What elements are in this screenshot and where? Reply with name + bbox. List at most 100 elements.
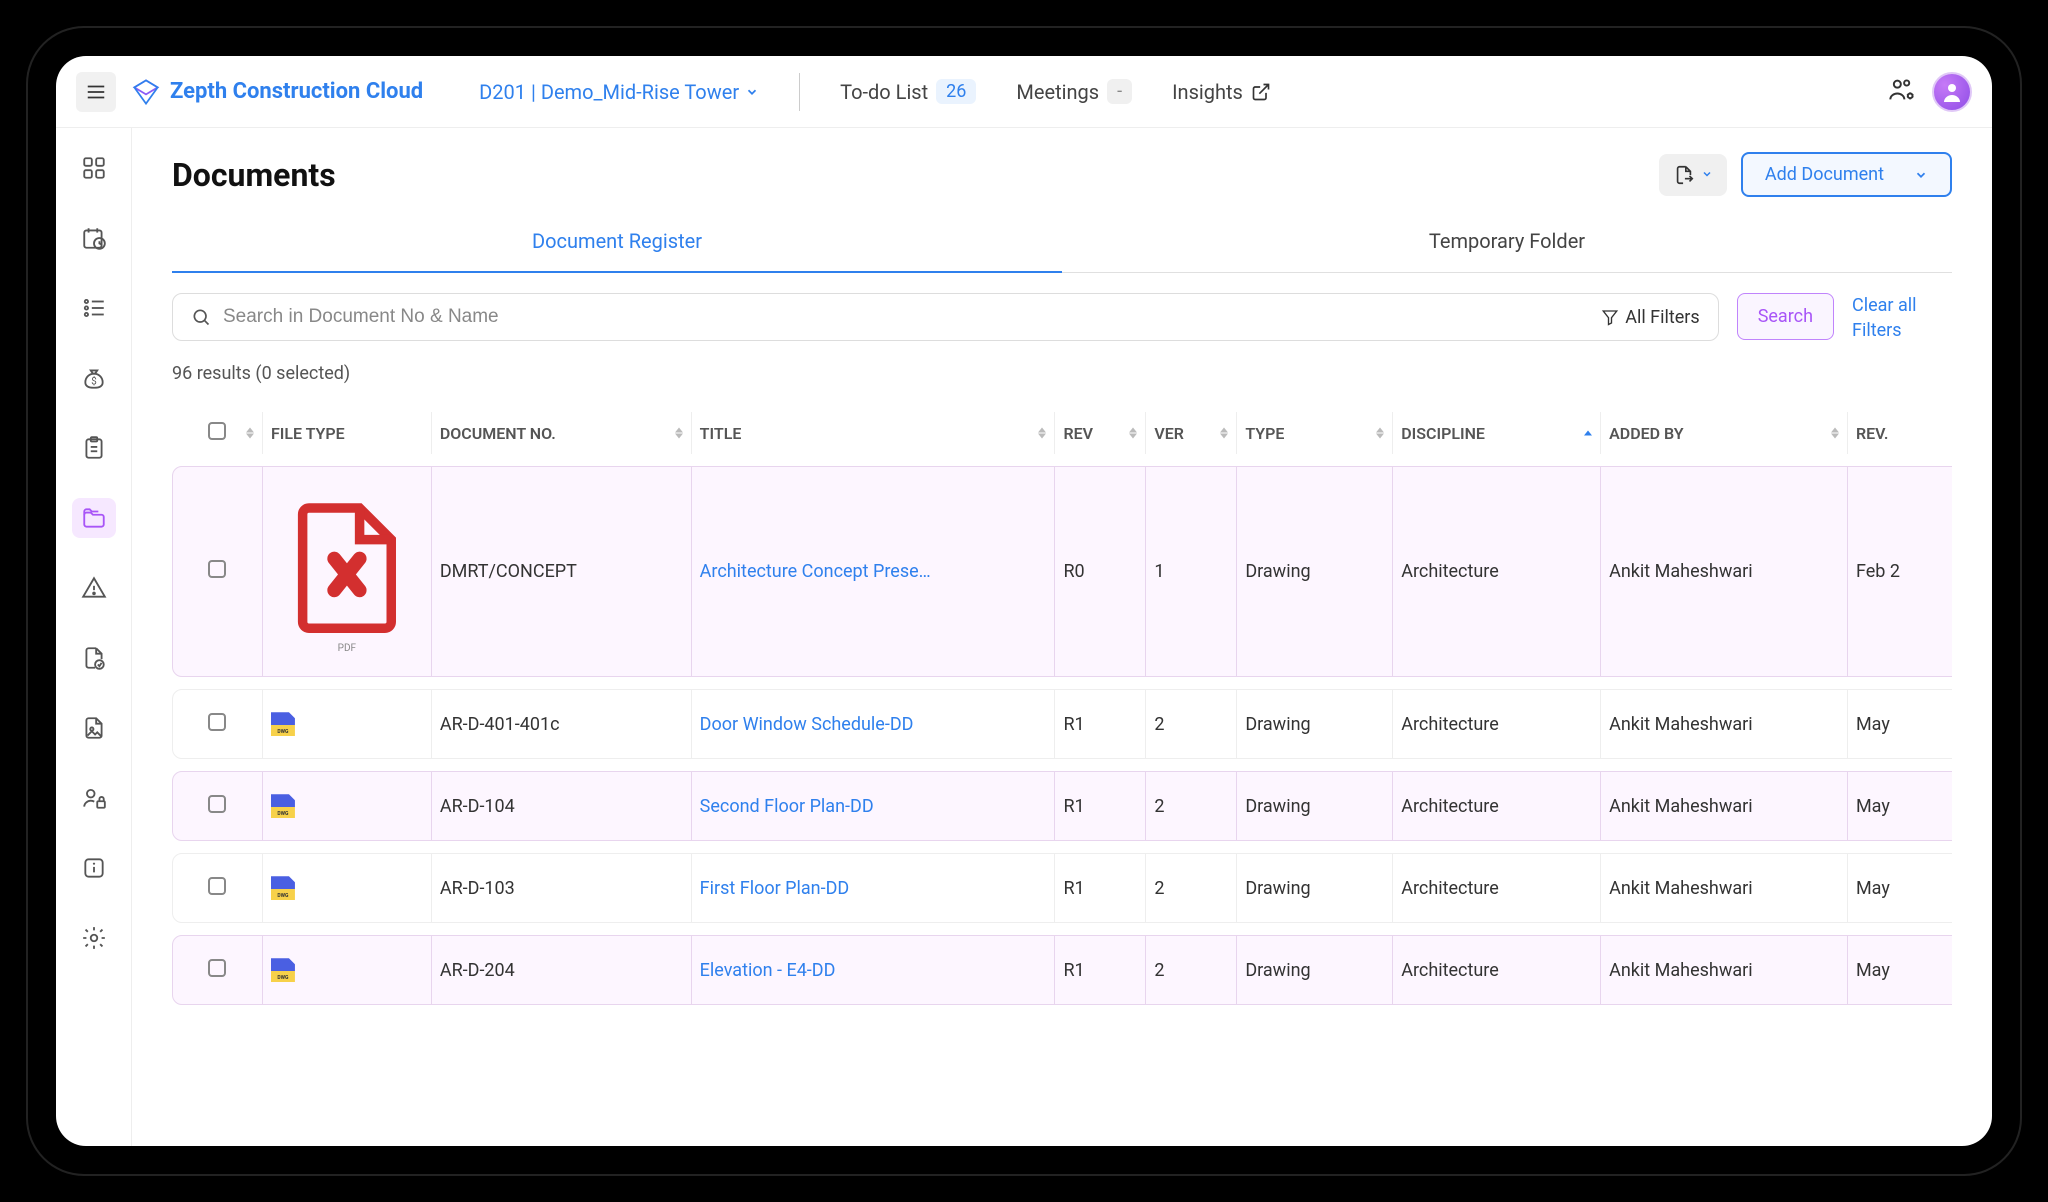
cell-rev: R1 bbox=[1055, 689, 1146, 759]
cell-added-by: Ankit Maheshwari bbox=[1601, 466, 1848, 677]
col-file-type[interactable]: FILE TYPE bbox=[263, 412, 432, 454]
nav-todo-label: To-do List bbox=[840, 80, 928, 104]
col-ver[interactable]: VER bbox=[1146, 412, 1237, 454]
warning-icon bbox=[81, 575, 107, 601]
cell-discipline: Architecture bbox=[1393, 466, 1601, 677]
select-all-checkbox[interactable] bbox=[208, 422, 226, 440]
top-nav: To-do List 26 Meetings - Insights bbox=[840, 79, 1271, 104]
cell-date: May bbox=[1848, 853, 1952, 923]
sidebar-schedule[interactable] bbox=[72, 218, 116, 258]
nav-insights-label: Insights bbox=[1172, 80, 1243, 104]
cell-type: Drawing bbox=[1237, 771, 1393, 841]
row-checkbox[interactable] bbox=[208, 560, 226, 578]
sidebar: $ bbox=[56, 128, 132, 1146]
menu-toggle-button[interactable] bbox=[76, 72, 116, 112]
sidebar-risk[interactable] bbox=[72, 568, 116, 608]
search-button[interactable]: Search bbox=[1737, 293, 1834, 340]
sidebar-info[interactable] bbox=[72, 848, 116, 888]
app-name: Zepth Construction Cloud bbox=[170, 79, 423, 104]
avatar-icon bbox=[1940, 80, 1964, 104]
document-title-link[interactable]: Second Floor Plan-DD bbox=[700, 796, 874, 817]
tab-document-register[interactable]: Document Register bbox=[172, 215, 1062, 273]
external-link-icon bbox=[1251, 82, 1271, 102]
sidebar-tasks[interactable] bbox=[72, 288, 116, 328]
table-row[interactable]: AR-D-401-401c Door Window Schedule-DD R1… bbox=[172, 689, 1952, 759]
add-document-button[interactable]: Add Document bbox=[1741, 152, 1952, 197]
filter-icon bbox=[1601, 308, 1619, 326]
page-title: Documents bbox=[172, 156, 336, 194]
cell-ver: 2 bbox=[1146, 935, 1237, 1005]
cell-discipline: Architecture bbox=[1393, 771, 1601, 841]
row-checkbox[interactable] bbox=[208, 795, 226, 813]
folder-icon bbox=[81, 505, 107, 531]
sidebar-photos[interactable] bbox=[72, 708, 116, 748]
tab-temporary-folder[interactable]: Temporary Folder bbox=[1062, 215, 1952, 272]
sidebar-forms[interactable] bbox=[72, 428, 116, 468]
dwg-icon bbox=[271, 794, 295, 818]
document-title-link[interactable]: Door Window Schedule-DD bbox=[700, 714, 914, 735]
sidebar-settings[interactable] bbox=[72, 918, 116, 958]
cell-discipline: Architecture bbox=[1393, 853, 1601, 923]
row-checkbox[interactable] bbox=[208, 877, 226, 895]
table-row[interactable]: PDF DMRT/CONCEPT Architecture Concept Pr… bbox=[172, 466, 1952, 677]
team-button[interactable] bbox=[1888, 76, 1916, 108]
col-checkbox[interactable] bbox=[172, 412, 263, 454]
nav-meetings-label: Meetings bbox=[1016, 80, 1099, 104]
col-discipline[interactable]: DISCIPLINE bbox=[1393, 412, 1601, 454]
export-button[interactable] bbox=[1659, 154, 1727, 196]
document-title-link[interactable]: First Floor Plan-DD bbox=[700, 878, 850, 899]
cell-document-no: AR-D-104 bbox=[432, 771, 692, 841]
main-content: Documents Add Document Document Regist bbox=[132, 128, 1992, 1146]
clear-filters-link[interactable]: Clear all Filters bbox=[1852, 293, 1952, 343]
col-rev-date[interactable]: REV. bbox=[1848, 412, 1952, 454]
users-gear-icon bbox=[1888, 76, 1916, 104]
cell-ver: 2 bbox=[1146, 689, 1237, 759]
logo-icon bbox=[132, 78, 160, 106]
col-document-no[interactable]: DOCUMENT NO. bbox=[432, 412, 692, 454]
col-title[interactable]: TITLE bbox=[692, 412, 1056, 454]
all-filters-button[interactable]: All Filters bbox=[1601, 307, 1700, 328]
cell-added-by: Ankit Maheshwari bbox=[1601, 771, 1848, 841]
cell-added-by: Ankit Maheshwari bbox=[1601, 689, 1848, 759]
user-avatar[interactable] bbox=[1932, 72, 1972, 112]
cell-type: Drawing bbox=[1237, 689, 1393, 759]
cell-type: Drawing bbox=[1237, 853, 1393, 923]
table-row[interactable]: AR-D-103 First Floor Plan-DD R1 2 Drawin… bbox=[172, 853, 1952, 923]
table-row[interactable]: AR-D-204 Elevation - E4-DD R1 2 Drawing … bbox=[172, 935, 1952, 1005]
col-type[interactable]: TYPE bbox=[1237, 412, 1393, 454]
document-title-link[interactable]: Architecture Concept Prese… bbox=[700, 561, 931, 582]
sidebar-dashboard[interactable] bbox=[72, 148, 116, 188]
file-check-icon bbox=[81, 645, 107, 671]
table-row[interactable]: AR-D-104 Second Floor Plan-DD R1 2 Drawi… bbox=[172, 771, 1952, 841]
sidebar-users[interactable] bbox=[72, 778, 116, 818]
document-table: FILE TYPE DOCUMENT NO. TITLE REV VER TYP… bbox=[172, 400, 1952, 1146]
row-checkbox[interactable] bbox=[208, 959, 226, 977]
search-input[interactable] bbox=[223, 306, 1589, 328]
sidebar-documents[interactable] bbox=[72, 498, 116, 538]
sidebar-approvals[interactable] bbox=[72, 638, 116, 678]
nav-insights[interactable]: Insights bbox=[1172, 80, 1271, 104]
file-export-icon bbox=[1673, 164, 1695, 186]
document-title-link[interactable]: Elevation - E4-DD bbox=[700, 960, 836, 981]
col-added-by[interactable]: ADDED BY bbox=[1601, 412, 1848, 454]
calendar-clock-icon bbox=[81, 225, 107, 251]
nav-meetings[interactable]: Meetings - bbox=[1016, 79, 1132, 104]
cell-discipline: Architecture bbox=[1393, 935, 1601, 1005]
search-box: All Filters bbox=[172, 293, 1719, 341]
col-rev[interactable]: REV bbox=[1055, 412, 1146, 454]
search-icon bbox=[191, 307, 211, 327]
row-checkbox[interactable] bbox=[208, 713, 226, 731]
cell-document-no: AR-D-401-401c bbox=[432, 689, 692, 759]
cell-rev: R1 bbox=[1055, 853, 1146, 923]
nav-todo[interactable]: To-do List 26 bbox=[840, 79, 976, 104]
chevron-down-icon bbox=[1914, 168, 1928, 182]
chevron-down-icon bbox=[745, 85, 759, 99]
cell-added-by: Ankit Maheshwari bbox=[1601, 935, 1848, 1005]
cell-rev: R0 bbox=[1055, 466, 1146, 677]
sidebar-cost[interactable]: $ bbox=[72, 358, 116, 398]
app-brand[interactable]: Zepth Construction Cloud bbox=[132, 78, 423, 106]
project-selector[interactable]: D201 | Demo_Mid-Rise Tower bbox=[479, 80, 759, 104]
info-icon bbox=[81, 855, 107, 881]
money-bag-icon: $ bbox=[81, 365, 107, 391]
cell-ver: 2 bbox=[1146, 853, 1237, 923]
